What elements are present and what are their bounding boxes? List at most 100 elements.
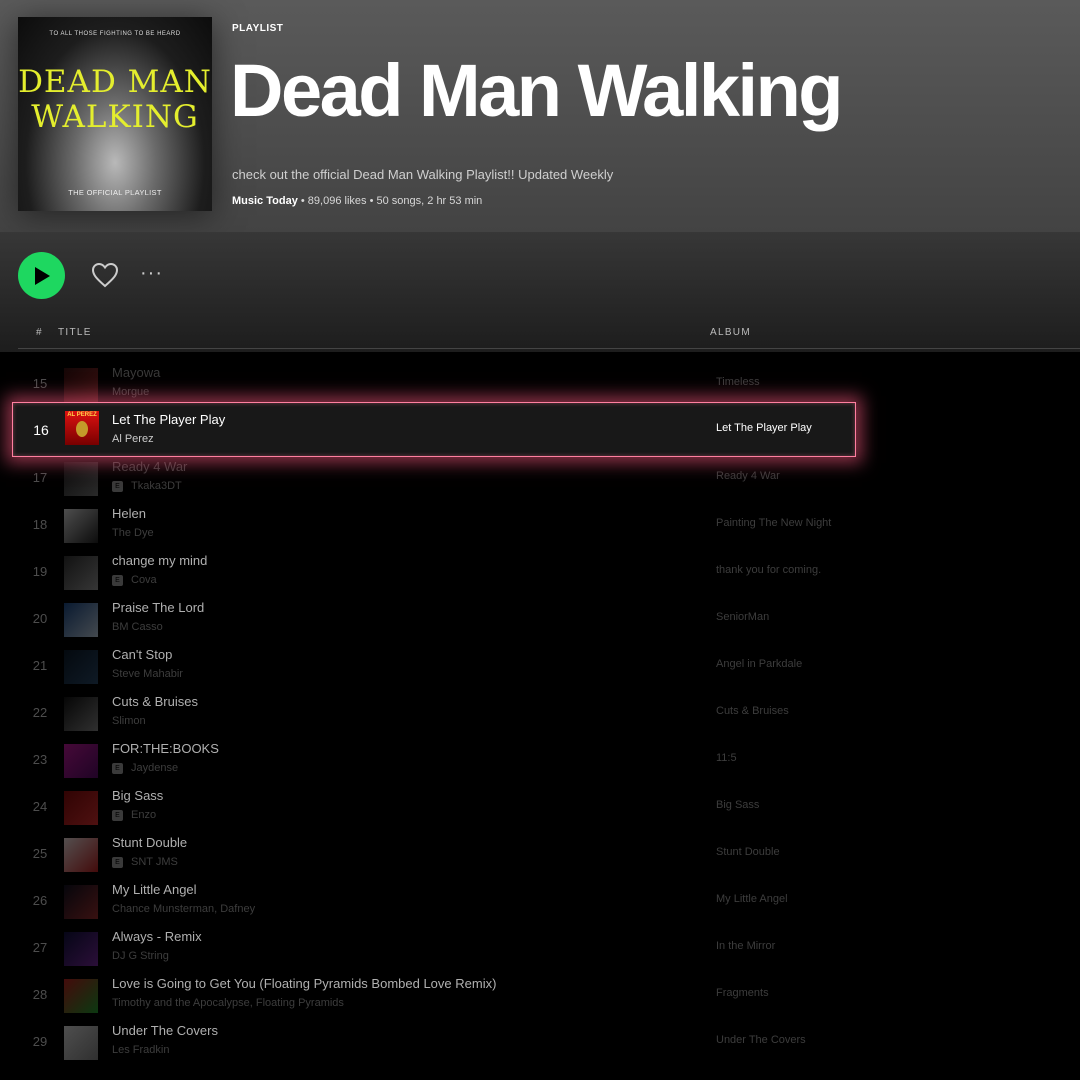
track-artist[interactable]: Les Fradkin [112,1044,169,1056]
artist-name[interactable]: Slimon [112,715,146,727]
track-album[interactable]: My Little Angel [716,893,788,905]
track-album[interactable]: Angel in Parkdale [716,658,802,670]
column-header-album[interactable]: ALBUM [710,327,751,338]
track-artist[interactable]: Slimon [112,715,146,727]
track-row[interactable]: 26 My Little Angel Chance Munsterman, Dafn… [0,877,1080,924]
explicit-badge: E [112,856,123,868]
artist-name[interactable]: Steve Mahabir [112,668,183,680]
track-artist[interactable]: BM Casso [112,621,163,633]
track-album[interactable]: Stunt Double [716,846,780,858]
highlighted-track-row[interactable]: 16 AL PEREZ Let The Player Play Al Perez… [12,402,856,457]
album-art [64,979,98,1013]
playlist-duration: 2 hr 53 min [427,195,483,207]
track-album[interactable]: Let The Player Play [716,422,812,434]
track-row[interactable]: 15 Mayowa Morgue Timeless [0,360,1080,407]
track-title[interactable]: Under The Covers [112,1023,218,1038]
play-button[interactable] [18,252,65,299]
playlist-cover[interactable]: TO ALL THOSE FIGHTING TO BE HEARD DEAD M… [18,17,212,211]
meta-separator: • [369,195,377,207]
album-art: AL PEREZ [65,411,99,445]
track-number: 18 [32,517,48,532]
artist-name[interactable]: Jaydense [131,762,178,774]
track-artist[interactable]: Steve Mahabir [112,668,183,680]
track-title[interactable]: Mayowa [112,365,160,380]
track-album[interactable]: Painting The New Night [716,517,831,529]
track-number: 21 [32,658,48,673]
track-artist[interactable]: DJ G String [112,950,169,962]
playlist-owner[interactable]: Music Today [232,195,298,207]
track-album[interactable]: Fragments [716,987,769,999]
track-title[interactable]: FOR:THE:BOOKS [112,741,219,756]
track-title[interactable]: change my mind [112,553,207,568]
playlist-kicker: PLAYLIST [232,23,284,34]
track-album[interactable]: Ready 4 War [716,470,780,482]
track-album[interactable]: Timeless [716,376,760,388]
track-artist[interactable]: E Enzo [112,809,156,821]
explicit-badge: E [112,809,123,821]
track-title[interactable]: Helen [112,506,146,521]
track-album[interactable]: In the Mirror [716,940,775,952]
album-art [64,744,98,778]
track-number: 25 [32,846,48,861]
artist-name[interactable]: Timothy and the Apocalypse, Floating Pyr… [112,997,344,1009]
track-album[interactable]: thank you for coming. [716,564,821,576]
track-title[interactable]: Love is Going to Get You (Floating Pyram… [112,976,496,991]
track-row[interactable]: 17 Ready 4 War E Tkaka3DT Ready 4 War [0,454,1080,501]
track-title[interactable]: Can't Stop [112,647,172,662]
track-row[interactable]: 22 Cuts & Bruises Slimon Cuts & Bruises [0,689,1080,736]
track-artist[interactable]: E Tkaka3DT [112,480,182,492]
track-artist[interactable]: E Jaydense [112,762,178,774]
track-row[interactable]: 27 Always - Remix DJ G String In the Mirror [0,924,1080,971]
track-number: 23 [32,752,48,767]
track-row[interactable]: 18 Helen The Dye Painting The New Night [0,501,1080,548]
track-title[interactable]: Let The Player Play [112,412,225,427]
artist-name[interactable]: Cova [131,574,157,586]
track-number: 24 [32,799,48,814]
track-title[interactable]: Always - Remix [112,929,202,944]
track-number: 27 [32,940,48,955]
artist-name[interactable]: Les Fradkin [112,1044,169,1056]
track-number: 29 [32,1034,48,1049]
track-title[interactable]: Cuts & Bruises [112,694,198,709]
track-title[interactable]: Stunt Double [112,835,187,850]
heart-icon[interactable] [91,262,119,288]
track-album[interactable]: Big Sass [716,799,759,811]
more-icon[interactable]: ··· [140,262,163,285]
track-artist[interactable]: E Cova [112,574,157,586]
artist-name[interactable]: DJ G String [112,950,169,962]
artist-name[interactable]: Tkaka3DT [131,480,182,492]
track-row[interactable]: 24 Big Sass E Enzo Big Sass [0,783,1080,830]
track-title[interactable]: Big Sass [112,788,163,803]
album-art [64,932,98,966]
track-artist[interactable]: Timothy and the Apocalypse, Floating Pyr… [112,997,344,1009]
track-album[interactable]: Cuts & Bruises [716,705,789,717]
track-row[interactable]: 21 Can't Stop Steve Mahabir Angel in Parkda… [0,642,1080,689]
track-row[interactable]: 29 Under The Covers Les Fradkin Under The C… [0,1018,1080,1065]
track-album[interactable]: 11:5 [716,752,737,764]
track-artist[interactable]: Morgue [112,386,149,398]
track-title[interactable]: Praise The Lord [112,600,204,615]
artist-name[interactable]: The Dye [112,527,154,539]
track-number: 16 [33,422,49,438]
artist-name[interactable]: Morgue [112,386,149,398]
track-row[interactable]: 28 Love is Going to Get You (Floating Pyr… [0,971,1080,1018]
track-artist[interactable]: The Dye [112,527,154,539]
artist-name[interactable]: SNT JMS [131,856,178,868]
track-artist[interactable]: E SNT JMS [112,856,178,868]
track-album[interactable]: SeniorMan [716,611,769,623]
track-title[interactable]: Ready 4 War [112,459,187,474]
track-row[interactable]: 23 FOR:THE:BOOKS E Jaydense 11:5 [0,736,1080,783]
track-artist[interactable]: Al Perez [112,433,154,445]
track-title[interactable]: My Little Angel [112,882,197,897]
track-album[interactable]: Under The Covers [716,1034,806,1046]
track-number: 15 [32,376,48,391]
artist-name[interactable]: Chance Munsterman, Dafney [112,903,255,915]
track-row[interactable]: 25 Stunt Double E SNT JMS Stunt Double [0,830,1080,877]
artist-name[interactable]: Enzo [131,809,156,821]
artist-name[interactable]: BM Casso [112,621,163,633]
column-header-title[interactable]: TITLE [58,327,92,338]
track-row[interactable]: 19 change my mind E Cova thank you for comin… [0,548,1080,595]
album-art-graphic [76,421,88,437]
track-row[interactable]: 20 Praise The Lord BM Casso SeniorMan [0,595,1080,642]
track-artist[interactable]: Chance Munsterman, Dafney [112,903,255,915]
